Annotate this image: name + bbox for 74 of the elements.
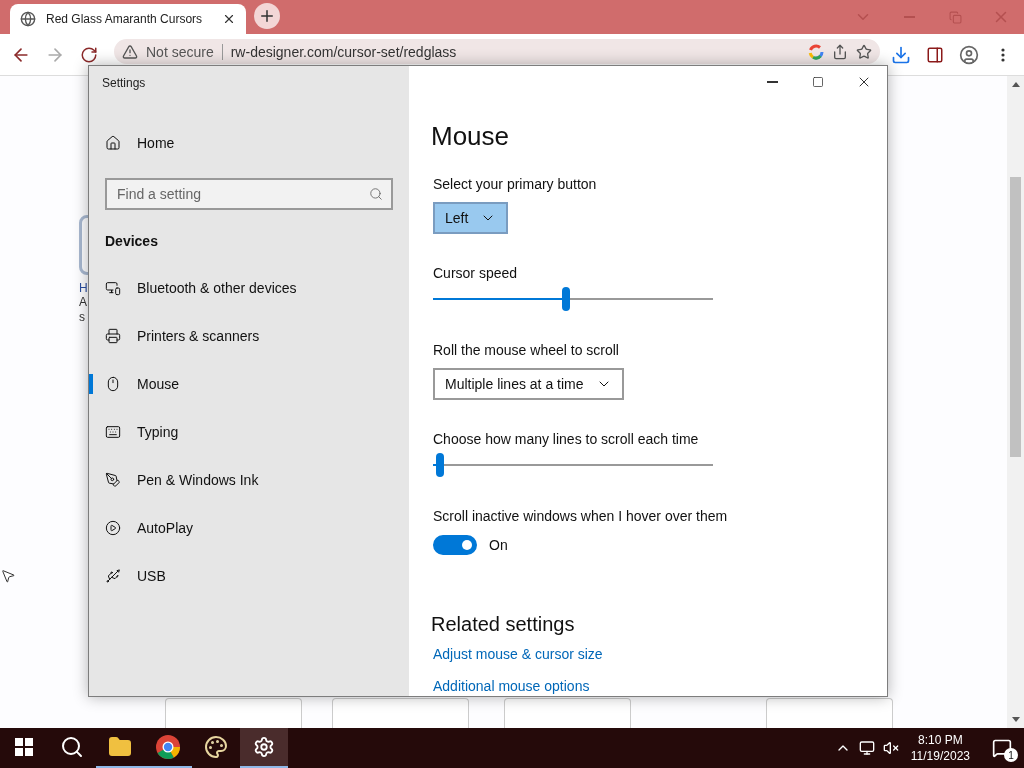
palette-icon (204, 735, 228, 759)
nav-item[interactable]: Typing (89, 408, 409, 456)
setting-label: Cursor speed (433, 264, 518, 283)
minimize-icon (766, 81, 778, 83)
setting-label: Choose how many lines to scroll each time (433, 430, 699, 449)
slider-thumb[interactable] (562, 287, 571, 311)
restore-icon (948, 10, 962, 24)
slider[interactable] (433, 287, 713, 311)
settings-link[interactable]: Adjust mouse & cursor size (433, 644, 603, 664)
notifications-button[interactable]: 1 (988, 734, 1016, 762)
close-icon[interactable] (222, 12, 236, 26)
folder-icon (108, 735, 132, 759)
browser-logo-icon (155, 734, 181, 760)
section-heading: Devices (105, 232, 158, 251)
dropdown[interactable]: Multiple lines at a time (433, 368, 624, 400)
page-text: A (79, 295, 87, 310)
nav-item[interactable]: Printers & scanners (89, 312, 409, 360)
settings-icon (253, 736, 275, 758)
colored-ring-icon[interactable] (808, 43, 824, 60)
maximize-icon (812, 76, 824, 88)
page-title: Mouse (431, 120, 510, 152)
url-text: rw-designer.com/cursor-set/redglass (230, 43, 458, 60)
volume-muted-icon[interactable] (882, 740, 899, 756)
home-icon (105, 135, 121, 151)
window-title: Settings (102, 75, 146, 92)
settings-link[interactable]: Additional mouse options (433, 676, 590, 696)
devices-icon (105, 280, 121, 296)
keyboard-icon (105, 424, 121, 440)
bookmark-star-icon[interactable] (856, 43, 872, 60)
pen-icon (105, 472, 121, 488)
taskbar-button[interactable] (240, 728, 288, 768)
setting-label: Select your primary button (433, 175, 597, 194)
nav-item[interactable]: USB (89, 552, 409, 600)
page-text: s (79, 310, 85, 325)
globe-icon (20, 11, 36, 27)
new-tab-button[interactable] (254, 3, 280, 29)
slider[interactable] (433, 453, 713, 477)
search-icon (60, 735, 84, 759)
nav-item[interactable]: Mouse (89, 360, 409, 408)
security-label: Not secure (146, 43, 223, 60)
reload-icon (80, 45, 98, 64)
browser-tab[interactable]: Red Glass Amaranth Cursors (10, 4, 246, 34)
toggle-state: On (489, 537, 508, 553)
menu-icon (1001, 47, 1005, 62)
printer-icon (105, 328, 121, 344)
usb-icon (105, 568, 121, 584)
download-icon (891, 44, 911, 65)
search-icon (369, 187, 383, 201)
setting-label: Roll the mouse wheel to scroll (433, 341, 619, 360)
search-field[interactable]: Find a setting (105, 178, 393, 210)
warning-icon (122, 43, 138, 60)
address-bar[interactable]: Not secure rw-designer.com/cursor-set/redglass (114, 39, 880, 64)
scrollbar[interactable] (1007, 76, 1024, 728)
nav-item[interactable]: Pen & Windows Ink (89, 456, 409, 504)
notification-count: 1 (1004, 748, 1018, 762)
slider-thumb[interactable] (435, 453, 444, 477)
message-icon (992, 738, 1012, 758)
plus-icon (258, 7, 276, 25)
nav-item[interactable]: Bluetooth & other devices (89, 264, 409, 312)
side-panel-icon (926, 45, 944, 64)
toggle-switch[interactable] (433, 535, 477, 555)
nav-item[interactable]: AutoPlay (89, 504, 409, 552)
home-nav-item[interactable]: Home (89, 119, 409, 167)
mouse-icon (105, 376, 121, 392)
dropdown[interactable]: Left (433, 202, 509, 234)
clock[interactable]: 8:10 PM 11/19/2023 (910, 732, 970, 764)
setting-label: Scroll inactive windows when I hover over them (433, 507, 728, 526)
play-circle-icon (105, 520, 121, 536)
windows-logo-icon (15, 738, 33, 756)
network-icon[interactable] (858, 740, 875, 756)
section-heading: Related settings (431, 612, 575, 637)
page-link[interactable]: H (79, 281, 88, 295)
user-icon (959, 44, 979, 65)
share-icon[interactable] (832, 43, 848, 60)
